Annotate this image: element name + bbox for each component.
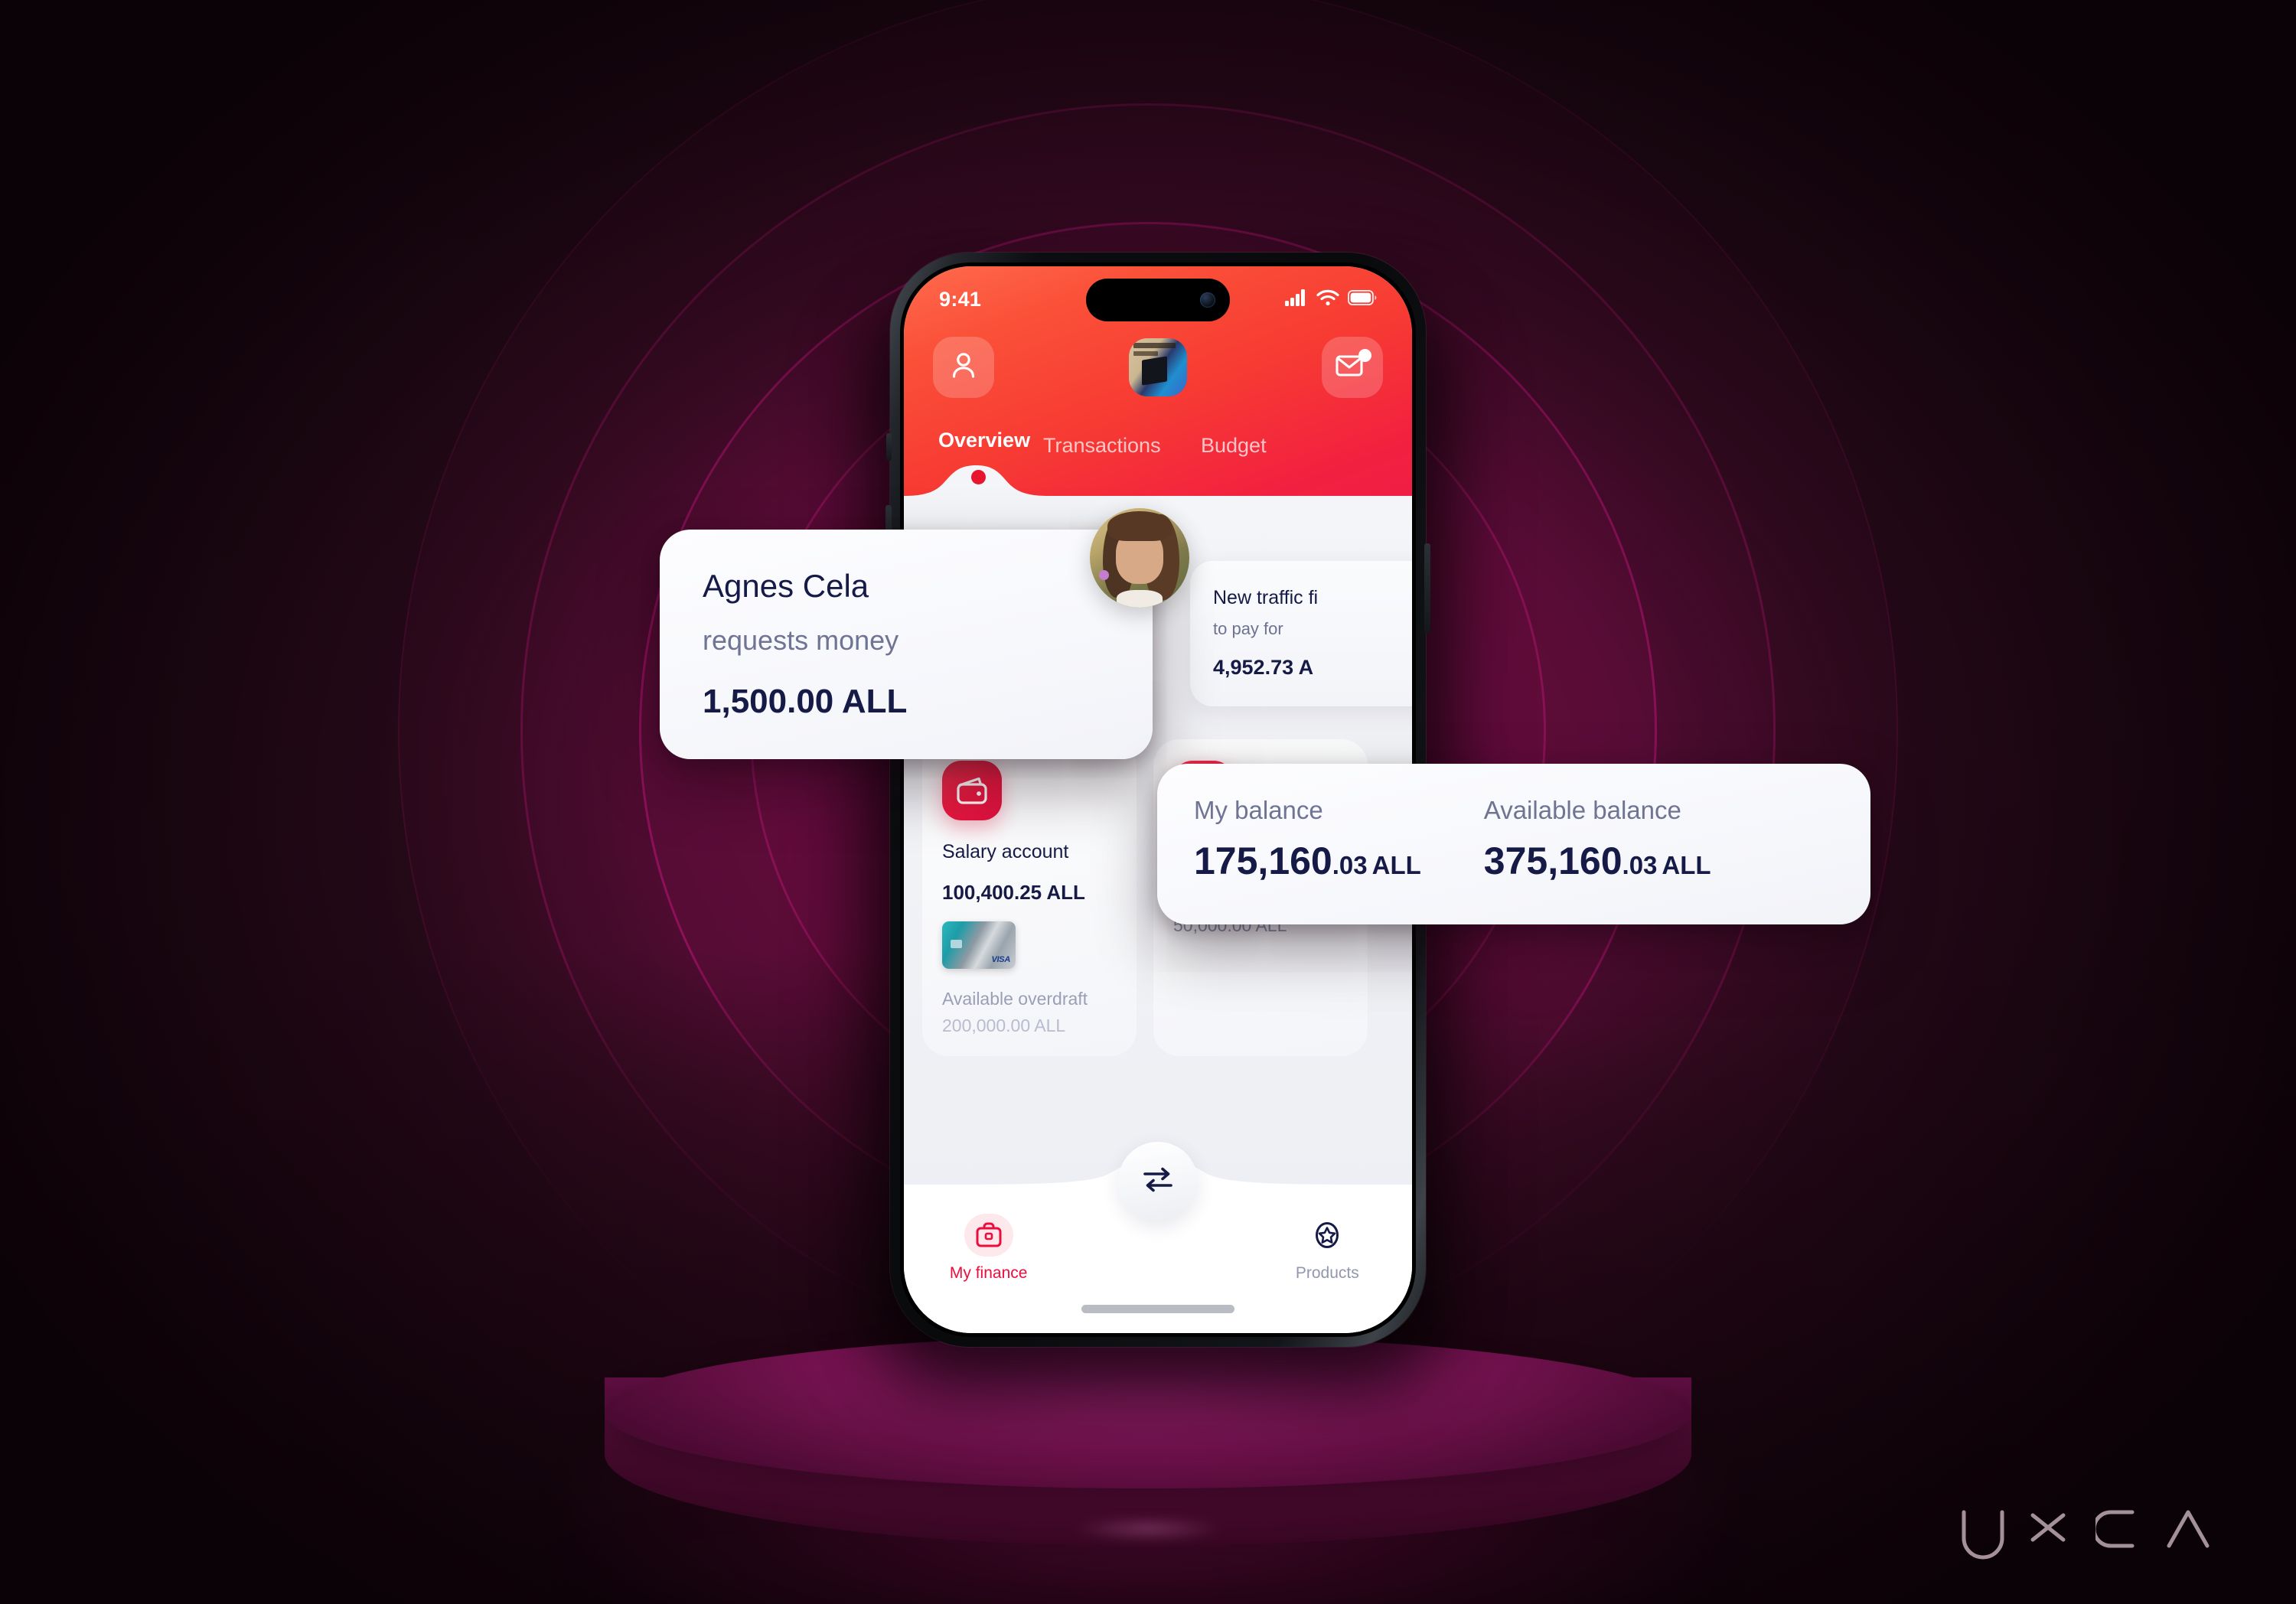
tab-budget[interactable]: Budget (1201, 434, 1267, 458)
available-balance-value: 375,160.03 ALL (1484, 839, 1711, 883)
my-balance-label: My balance (1194, 796, 1323, 824)
briefcase-icon (964, 1214, 1013, 1257)
traffic-fine-amount: 4,952.73 A (1213, 656, 1314, 679)
available-balance-currency: ALL (1662, 851, 1711, 879)
card-chip-icon (951, 940, 962, 949)
mute-switch[interactable] (886, 433, 892, 461)
balance-summary-card[interactable]: My balance 175,160.03 ALL Available balan… (1157, 764, 1870, 924)
traffic-fine-subtitle: to pay for (1213, 619, 1283, 638)
nav-item-my-finance[interactable]: My finance (904, 1214, 1073, 1283)
promo-laptop-shape (1141, 356, 1168, 386)
tab-indicator-scallop (904, 462, 1412, 508)
avatar-shoulders (1117, 589, 1163, 608)
dynamic-island (1086, 279, 1230, 321)
my-balance-whole: 175,160 (1194, 839, 1332, 882)
nav-label: My finance (949, 1264, 1028, 1282)
logo-letter-x-icon (2028, 1508, 2074, 1560)
promo-text-line-2 (1133, 350, 1158, 356)
logo-letter-d-icon (2095, 1508, 2143, 1560)
my-balance-currency: ALL (1371, 851, 1421, 879)
available-balance-cents: .03 (1622, 851, 1658, 879)
battery-icon (1347, 289, 1377, 309)
logo-letter-a-icon (2164, 1508, 2212, 1560)
header-action-row (904, 337, 1412, 407)
person-icon (950, 350, 977, 385)
home-indicator[interactable] (1081, 1305, 1234, 1313)
account-card-salary[interactable]: Salary account 100,400.25 ALL VISA Avail… (922, 739, 1137, 1057)
account-amount: 100,400.25 ALL (942, 881, 1085, 905)
tab-overview[interactable]: Overview (938, 429, 1030, 452)
available-balance-block: Available balance 375,160.03 ALL (1484, 796, 1711, 892)
status-clock: 9:41 (939, 287, 982, 311)
overdraft-value: 200,000.00 ALL (942, 1016, 1066, 1036)
promo-text-line-1 (1133, 343, 1176, 349)
star-badge-icon (1303, 1214, 1352, 1257)
overdraft-label: Available overdraft (942, 989, 1088, 1009)
front-camera-icon (1200, 292, 1215, 308)
uxda-logo (1959, 1508, 2212, 1560)
my-balance-cents: .03 (1332, 851, 1368, 879)
visa-logo: VISA (991, 955, 1011, 965)
transfer-fab-button[interactable] (1118, 1142, 1198, 1221)
nav-label: Products (1295, 1264, 1359, 1282)
wallet-icon (942, 761, 1002, 820)
power-button[interactable] (1424, 543, 1430, 634)
money-request-card[interactable]: Agnes Cela requests money 1,500.00 ALL (660, 508, 1189, 759)
traffic-fine-card[interactable]: New traffic fi to pay for 4,952.73 A (1190, 561, 1412, 706)
available-balance-whole: 375,160 (1483, 839, 1623, 882)
available-balance-label: Available balance (1483, 796, 1681, 824)
nav-item-products[interactable]: Products (1243, 1214, 1412, 1283)
nav-items: My finance Products (904, 1214, 1412, 1283)
request-amount: 1,500.00 ALL (703, 683, 908, 720)
status-indicators (1285, 289, 1377, 310)
request-subtitle: requests money (703, 624, 899, 656)
requester-name: Agnes Cela (703, 568, 869, 604)
wifi-icon (1316, 289, 1339, 310)
account-name: Salary account (942, 841, 1069, 862)
my-balance-value: 175,160.03 ALL (1194, 839, 1421, 883)
signal-bars-icon (1285, 289, 1308, 310)
bottom-navigation: My finance Products (904, 1142, 1412, 1333)
avatar (1090, 508, 1189, 608)
messages-button[interactable] (1322, 337, 1383, 398)
traffic-fine-title: New traffic fi (1213, 587, 1319, 608)
profile-button[interactable] (933, 337, 994, 398)
avatar-hair-top (1107, 510, 1172, 541)
avatar-flower (1098, 569, 1109, 580)
linked-card-visa[interactable]: VISA (942, 921, 1016, 970)
promo-thumbnail[interactable] (1129, 338, 1187, 396)
active-tab-dot (971, 470, 986, 484)
logo-letter-u-icon (1959, 1508, 2007, 1560)
transfer-arrows-icon (1139, 1163, 1177, 1201)
tab-transactions[interactable]: Transactions (1043, 434, 1161, 458)
unread-badge (1358, 349, 1371, 362)
my-balance-block: My balance 175,160.03 ALL (1194, 796, 1421, 892)
